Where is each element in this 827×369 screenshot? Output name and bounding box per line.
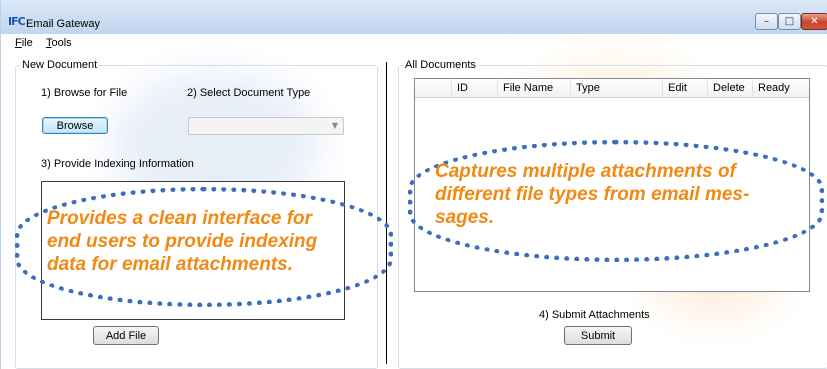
close-button[interactable]: ✕ bbox=[801, 13, 827, 30]
new-document-legend: New Document bbox=[22, 59, 98, 71]
callout-right-text: Captures multiple attachments of differe… bbox=[435, 161, 750, 228]
maximize-icon: □ bbox=[784, 16, 795, 27]
browse-button[interactable]: Browse bbox=[42, 117, 108, 134]
maximize-button[interactable]: □ bbox=[778, 13, 801, 30]
step-document-type-label: 2) Select Document Type bbox=[187, 87, 311, 99]
all-documents-legend: All Documents bbox=[405, 59, 476, 71]
minimize-button[interactable]: – bbox=[755, 13, 778, 30]
callout-left-text: Provides a clean interface for end users… bbox=[47, 208, 318, 275]
column-header-ready[interactable]: Ready bbox=[753, 79, 797, 97]
table-header: ID File Name Type Edit Delete Ready bbox=[415, 79, 809, 98]
row-header-column bbox=[415, 79, 452, 97]
app-logo-icon: IFC bbox=[8, 15, 26, 28]
close-icon: ✕ bbox=[810, 16, 819, 27]
app-window: IFC Email Gateway – □ ✕ File Tools New D… bbox=[0, 0, 827, 369]
menu-tools[interactable]: Tools bbox=[46, 37, 72, 49]
document-type-select[interactable]: ▼ bbox=[188, 117, 344, 135]
panel-divider bbox=[386, 62, 387, 364]
column-header-delete[interactable]: Delete bbox=[708, 79, 753, 97]
minimize-icon: – bbox=[764, 16, 769, 27]
chevron-down-icon: ▼ bbox=[331, 121, 338, 130]
step-indexing-label: 3) Provide Indexing Information bbox=[41, 158, 194, 170]
column-header-file-name[interactable]: File Name bbox=[498, 79, 571, 97]
column-header-edit[interactable]: Edit bbox=[663, 79, 708, 97]
column-header-id[interactable]: ID bbox=[452, 79, 498, 97]
column-header-type[interactable]: Type bbox=[571, 79, 663, 97]
step-submit-label: 4) Submit Attachments bbox=[539, 309, 650, 321]
window-title: Email Gateway bbox=[26, 18, 100, 30]
title-bar: IFC Email Gateway – □ ✕ bbox=[1, 0, 827, 34]
submit-button[interactable]: Submit bbox=[564, 326, 632, 345]
step-browse-label: 1) Browse for File bbox=[41, 87, 128, 99]
menu-file[interactable]: File bbox=[15, 37, 33, 49]
add-file-button[interactable]: Add File bbox=[93, 326, 159, 345]
